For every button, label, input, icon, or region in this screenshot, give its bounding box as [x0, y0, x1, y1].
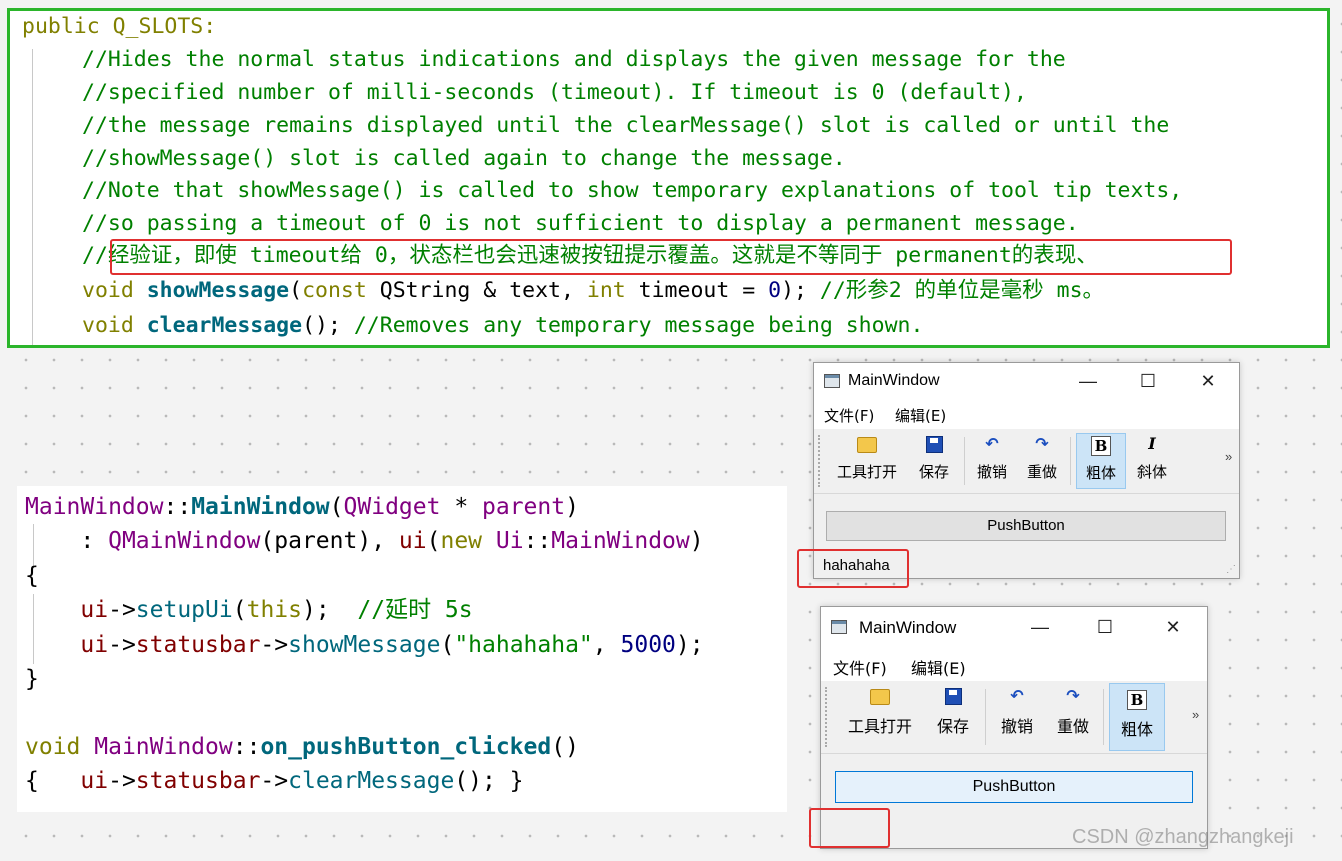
code-line: void MainWindow::on_pushButton_clicked() [25, 734, 579, 760]
tool-open-button[interactable]: 工具打开 [834, 433, 900, 489]
undo-icon: ↶ [985, 434, 999, 453]
app-icon [831, 620, 847, 634]
title-bar[interactable]: MainWindow — ☐ ✕ [814, 363, 1239, 399]
menu-file[interactable]: 文件(F) [833, 655, 887, 679]
toolbar-overflow-icon[interactable]: » [1225, 449, 1232, 464]
menu-bar: 文件(F) 编辑(E) [814, 399, 1239, 429]
menu-edit[interactable]: 编辑(E) [895, 405, 946, 426]
clear-message-declaration: void clearMessage(); //Removes any tempo… [82, 313, 924, 338]
redo-icon: ↷ [1066, 686, 1080, 705]
title-bar[interactable]: MainWindow — ☐ ✕ [821, 607, 1207, 647]
window-title: MainWindow [848, 372, 940, 389]
save-button[interactable]: 保存 [929, 685, 977, 747]
save-button[interactable]: 保存 [912, 433, 956, 489]
code-comment: //so passing a timeout of 0 is not suffi… [82, 211, 1079, 236]
italic-icon: I [1148, 434, 1156, 453]
code-line: ui->statusbar->showMessage("hahahaha", 5… [25, 632, 704, 658]
menu-file[interactable]: 文件(F) [824, 405, 874, 426]
code-comment: //Hides the normal status indications an… [82, 47, 1066, 72]
code-line: } [25, 666, 39, 692]
floppy-icon [925, 436, 943, 453]
annotation-box [110, 239, 1232, 275]
tool-bar: 工具打开 保存 ↶ 撤销 ↷ 重做 B 粗体 I 斜体 » [814, 429, 1239, 494]
redo-button[interactable]: ↷ 重做 [1022, 433, 1062, 489]
code-line: MainWindow::MainWindow(QWidget * parent) [25, 494, 579, 520]
redo-icon: ↷ [1035, 434, 1049, 453]
code-line: { [25, 563, 39, 589]
push-button[interactable]: PushButton [835, 771, 1193, 803]
toolbar-grip[interactable] [818, 435, 823, 487]
toolbar-separator [964, 437, 965, 485]
toolbar-grip[interactable] [825, 687, 830, 747]
close-button[interactable]: ✕ [1188, 368, 1228, 394]
floppy-icon [944, 688, 962, 705]
tool-bar: 工具打开 保存 ↶ 撤销 ↷ 重做 B 粗体 » [821, 681, 1207, 754]
toolbar-separator [1070, 437, 1071, 485]
slots-declaration-code: public Q_SLOTS: //Hides the normal statu… [7, 8, 1330, 348]
code-comment: //Note that showMessage() is called to s… [82, 178, 1183, 203]
watermark: CSDN @zhangzhangkeji [1072, 826, 1294, 848]
main-window-with-message[interactable]: MainWindow — ☐ ✕ 文件(F) 编辑(E) 工具打开 保存 ↶ 撤销… [813, 362, 1240, 579]
minimize-button[interactable]: — [1020, 614, 1060, 640]
bold-button[interactable]: B 粗体 [1076, 433, 1126, 489]
menu-bar: 文件(F) 编辑(E) [821, 647, 1207, 681]
annotation-box [797, 549, 909, 588]
code-comment: //specified number of milli-seconds (tim… [82, 80, 1027, 105]
annotation-box [809, 808, 890, 848]
folder-icon [870, 689, 890, 705]
bold-icon: B [1091, 436, 1111, 456]
maximize-button[interactable]: ☐ [1085, 614, 1125, 640]
toolbar-overflow-icon[interactable]: » [1192, 707, 1199, 722]
minimize-button[interactable]: — [1068, 368, 1108, 394]
folder-icon [857, 437, 877, 453]
code-line: ui->setupUi(this); //延时 5s [25, 597, 473, 623]
italic-button[interactable]: I 斜体 [1132, 433, 1172, 489]
undo-button[interactable]: ↶ 撤销 [995, 685, 1039, 747]
constructor-code: MainWindow::MainWindow(QWidget * parent)… [17, 486, 787, 812]
undo-icon: ↶ [1010, 686, 1024, 705]
maximize-button[interactable]: ☐ [1128, 368, 1168, 394]
menu-edit[interactable]: 编辑(E) [911, 655, 966, 679]
size-grip-icon[interactable]: ⋰ [1226, 564, 1236, 575]
code-comment: //the message remains displayed until th… [82, 113, 1170, 138]
tool-open-button[interactable]: 工具打开 [843, 685, 917, 747]
redo-button[interactable]: ↷ 重做 [1051, 685, 1095, 747]
code-line: : QMainWindow(parent), ui(new Ui::MainWi… [25, 528, 704, 554]
push-button[interactable]: PushButton [826, 511, 1226, 541]
toolbar-separator [1103, 689, 1104, 745]
code-line: public Q_SLOTS: [22, 14, 217, 39]
bold-icon: B [1127, 690, 1147, 710]
undo-button[interactable]: ↶ 撤销 [972, 433, 1012, 489]
show-message-declaration: void showMessage(const QString & text, i… [82, 278, 1105, 303]
close-button[interactable]: ✕ [1153, 614, 1193, 640]
toolbar-separator [985, 689, 986, 745]
code-line: { ui->statusbar->clearMessage(); } [25, 768, 524, 794]
app-icon [824, 374, 840, 388]
window-title: MainWindow [859, 618, 957, 637]
indent-guide [32, 49, 33, 345]
bold-button[interactable]: B 粗体 [1109, 683, 1165, 751]
code-comment: //showMessage() slot is called again to … [82, 146, 846, 171]
